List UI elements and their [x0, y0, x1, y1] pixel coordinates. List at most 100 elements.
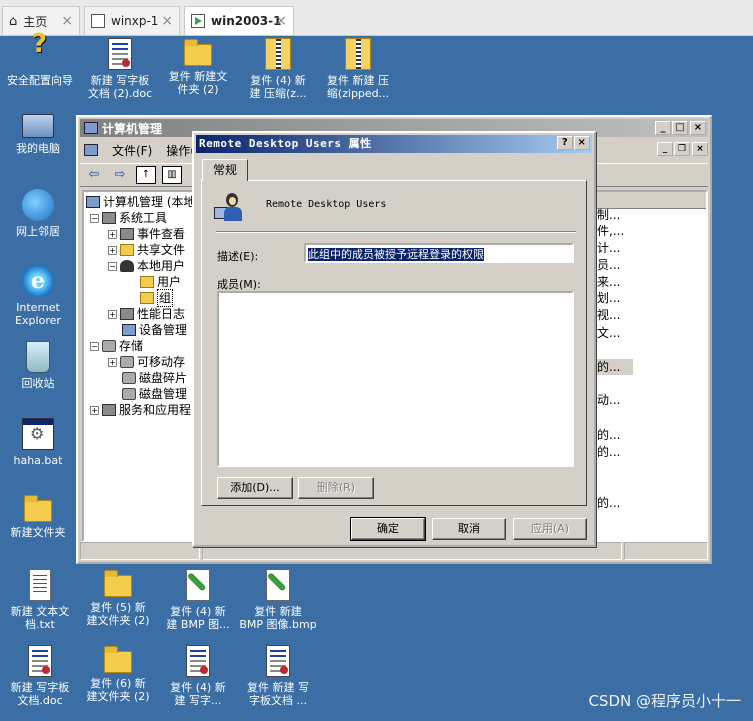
tree-item-groups[interactable]: 组 — [140, 289, 174, 307]
up-folder-icon[interactable]: ↑ — [136, 166, 156, 184]
desktop-icon-folder-copy-5[interactable]: 复件 (5) 新 建文件夹 (2) — [78, 569, 158, 627]
minimize-button[interactable]: _ — [655, 121, 671, 135]
expand-icon[interactable]: + — [108, 245, 117, 255]
help-button[interactable]: ? — [557, 136, 573, 150]
forward-arrow-icon[interactable]: ⇨ — [110, 166, 130, 184]
desktop-icon-haha-bat[interactable]: haha.bat — [0, 418, 78, 467]
tree-item-defrag[interactable]: 磁盘碎片 — [122, 370, 187, 386]
tree-item-removable-storage[interactable]: + 可移动存 — [108, 354, 185, 370]
maximize-button[interactable]: □ — [672, 121, 688, 135]
collapse-icon[interactable]: − — [90, 213, 99, 223]
mdi-minimize-button[interactable]: _ — [657, 142, 673, 156]
close-icon[interactable]: × — [61, 13, 73, 29]
tree-item-event-viewer[interactable]: + 事件查看 — [108, 226, 185, 242]
desktop-icon-ie[interactable]: e Internet Explorer — [0, 265, 78, 327]
tree-pane[interactable]: 计算机管理 (本地 − 系统工具 + 事件查看 + 共享文件 − 本地用户 用户 — [82, 190, 200, 542]
expand-icon[interactable]: + — [90, 405, 99, 415]
folder-icon — [104, 570, 132, 597]
desktop-icon-recycle-bin[interactable]: 回收站 — [0, 341, 78, 390]
tree-item-label: 磁盘碎片 — [139, 371, 188, 385]
tree-item-perf-logs[interactable]: + 性能日志 — [108, 306, 185, 322]
desktop-icon-label: 复件 新建文 件夹 (2) — [168, 70, 228, 96]
mdi-close-button[interactable]: × — [692, 142, 708, 156]
desktop-icon-label: 新建 写字板 文档 (2).doc — [87, 74, 153, 100]
menu-file[interactable]: 文件(F) — [112, 142, 152, 159]
folder-icon — [184, 39, 212, 66]
close-icon[interactable]: × — [275, 13, 287, 29]
desktop-icon-zip-copy[interactable]: 复件 新建 压 缩(zipped... — [318, 38, 398, 100]
tab-winxp[interactable]: winxp-1 × — [84, 6, 180, 35]
wizard-icon — [24, 38, 56, 70]
collapse-icon[interactable]: − — [108, 261, 117, 271]
desktop-icon-wordpad-copy[interactable]: 复件 新建 写 字板文档 ... — [238, 645, 318, 707]
tree-item-label: 磁盘管理 — [139, 387, 188, 401]
tree-item-label: 性能日志 — [137, 307, 186, 321]
tree-item-users[interactable]: 用户 — [140, 274, 181, 290]
desktop-icon-zip-copy-4[interactable]: 复件 (4) 新 建 压缩(z... — [238, 38, 318, 100]
desktop-icon-wordpad-doc[interactable]: 新建 写字板 文档.doc — [0, 645, 80, 707]
dialog-titlebar[interactable]: Remote Desktop Users 属性 ? × — [196, 135, 592, 153]
tree-item-root[interactable]: 计算机管理 (本地 — [86, 194, 196, 210]
tree-item-disk-management[interactable]: 磁盘管理 — [122, 386, 187, 402]
description-cell: 的... — [597, 428, 621, 442]
tab-general[interactable]: 常规 — [202, 159, 249, 181]
desktop-icon-label: 复件 (4) 新 建 压缩(z... — [249, 74, 307, 100]
members-label: 成员(M): — [217, 278, 261, 291]
collapse-icon[interactable]: − — [90, 341, 99, 351]
tab-win2003[interactable]: win2003-1 × — [184, 6, 294, 35]
batch-file-icon — [22, 418, 54, 450]
tree-item-storage[interactable]: − 存储 — [90, 338, 143, 354]
separator — [216, 231, 576, 233]
desktop-icon-label: 新建 文本文 档.txt — [10, 605, 70, 631]
expand-icon[interactable]: + — [108, 357, 117, 367]
close-icon[interactable]: × — [161, 13, 173, 29]
tree-item-device-manager[interactable]: 设备管理 — [122, 322, 187, 338]
back-arrow-icon[interactable]: ⇦ — [84, 166, 104, 184]
add-button[interactable]: 添加(D)... — [217, 477, 293, 499]
desktop-icon-label: 网上邻居 — [16, 225, 60, 238]
removable-storage-icon — [120, 356, 134, 368]
tree-item-local-users[interactable]: − 本地用户 — [108, 258, 185, 274]
show-tree-icon[interactable]: ▥ — [162, 166, 182, 184]
folder-icon — [140, 276, 154, 288]
expand-icon[interactable]: + — [108, 229, 117, 239]
desktop-icon-bmp-copy[interactable]: 复件 新建 BMP 图像.bmp — [238, 569, 318, 631]
description-field[interactable]: 此组中的成员被授予远程登录的权限 — [304, 243, 574, 263]
cancel-button[interactable]: 取消 — [432, 518, 506, 540]
desktop-icon-folder-copy-6[interactable]: 复件 (6) 新 建文件夹 (2) — [78, 645, 158, 703]
tree-item-shared-folders[interactable]: + 共享文件 — [108, 242, 185, 258]
ok-button[interactable]: 确定 — [350, 517, 426, 541]
description-cell: 来... — [597, 275, 621, 289]
mdi-restore-button[interactable]: ❐ — [674, 142, 690, 156]
status-cell — [624, 542, 708, 560]
dialog-close-button[interactable]: × — [574, 136, 590, 150]
desktop-icon-bmp-copy-4[interactable]: 复件 (4) 新 建 BMP 图... — [158, 569, 238, 631]
remove-button[interactable]: 删除(R) — [298, 477, 374, 499]
apply-button[interactable]: 应用(A) — [513, 518, 587, 540]
tree-item-label: 组 — [157, 289, 174, 307]
desktop-icon-label: Internet Explorer — [15, 301, 61, 327]
desktop-icon-label: 复件 (4) 新 建 写字... — [170, 681, 226, 707]
zip-icon — [265, 38, 291, 70]
desktop-icon-wordpad-doc-2[interactable]: 新建 写字板 文档 (2).doc — [80, 38, 160, 100]
desktop-icon-folder-copy[interactable]: 复件 新建文 件夹 (2) — [158, 38, 238, 96]
menu-action[interactable]: 操作( — [166, 142, 195, 159]
desktop-icon-new-folder[interactable]: 新建文件夹 — [0, 494, 78, 539]
close-button[interactable]: × — [690, 121, 706, 135]
disk-management-icon — [122, 388, 136, 400]
desktop-icon-security-wizard[interactable]: 安全配置向导 — [0, 38, 80, 87]
description-cell: 计... — [597, 241, 621, 255]
storage-icon — [102, 340, 116, 352]
members-list[interactable] — [217, 291, 574, 467]
desktop-icon-network[interactable]: 网上邻居 — [0, 189, 78, 238]
desktop-icon-wordpad-copy-4[interactable]: 复件 (4) 新 建 写字... — [158, 645, 238, 707]
desktop-icon-new-txt[interactable]: 新建 文本文 档.txt — [0, 569, 80, 631]
expand-icon[interactable]: + — [108, 309, 117, 319]
desktop-icon-my-computer[interactable]: 我的电脑 — [0, 114, 78, 155]
tree-item-system-tools[interactable]: − 系统工具 — [90, 210, 167, 226]
console-icon — [84, 144, 98, 156]
tree-item-services-apps[interactable]: + 服务和应用程 — [90, 402, 191, 418]
desktop-icon-label: haha.bat — [13, 454, 63, 467]
desktop-icon-label: 我的电脑 — [16, 142, 60, 155]
remote-desktop-users-properties-dialog[interactable]: Remote Desktop Users 属性 ? × 常规 Remote De… — [192, 131, 596, 547]
